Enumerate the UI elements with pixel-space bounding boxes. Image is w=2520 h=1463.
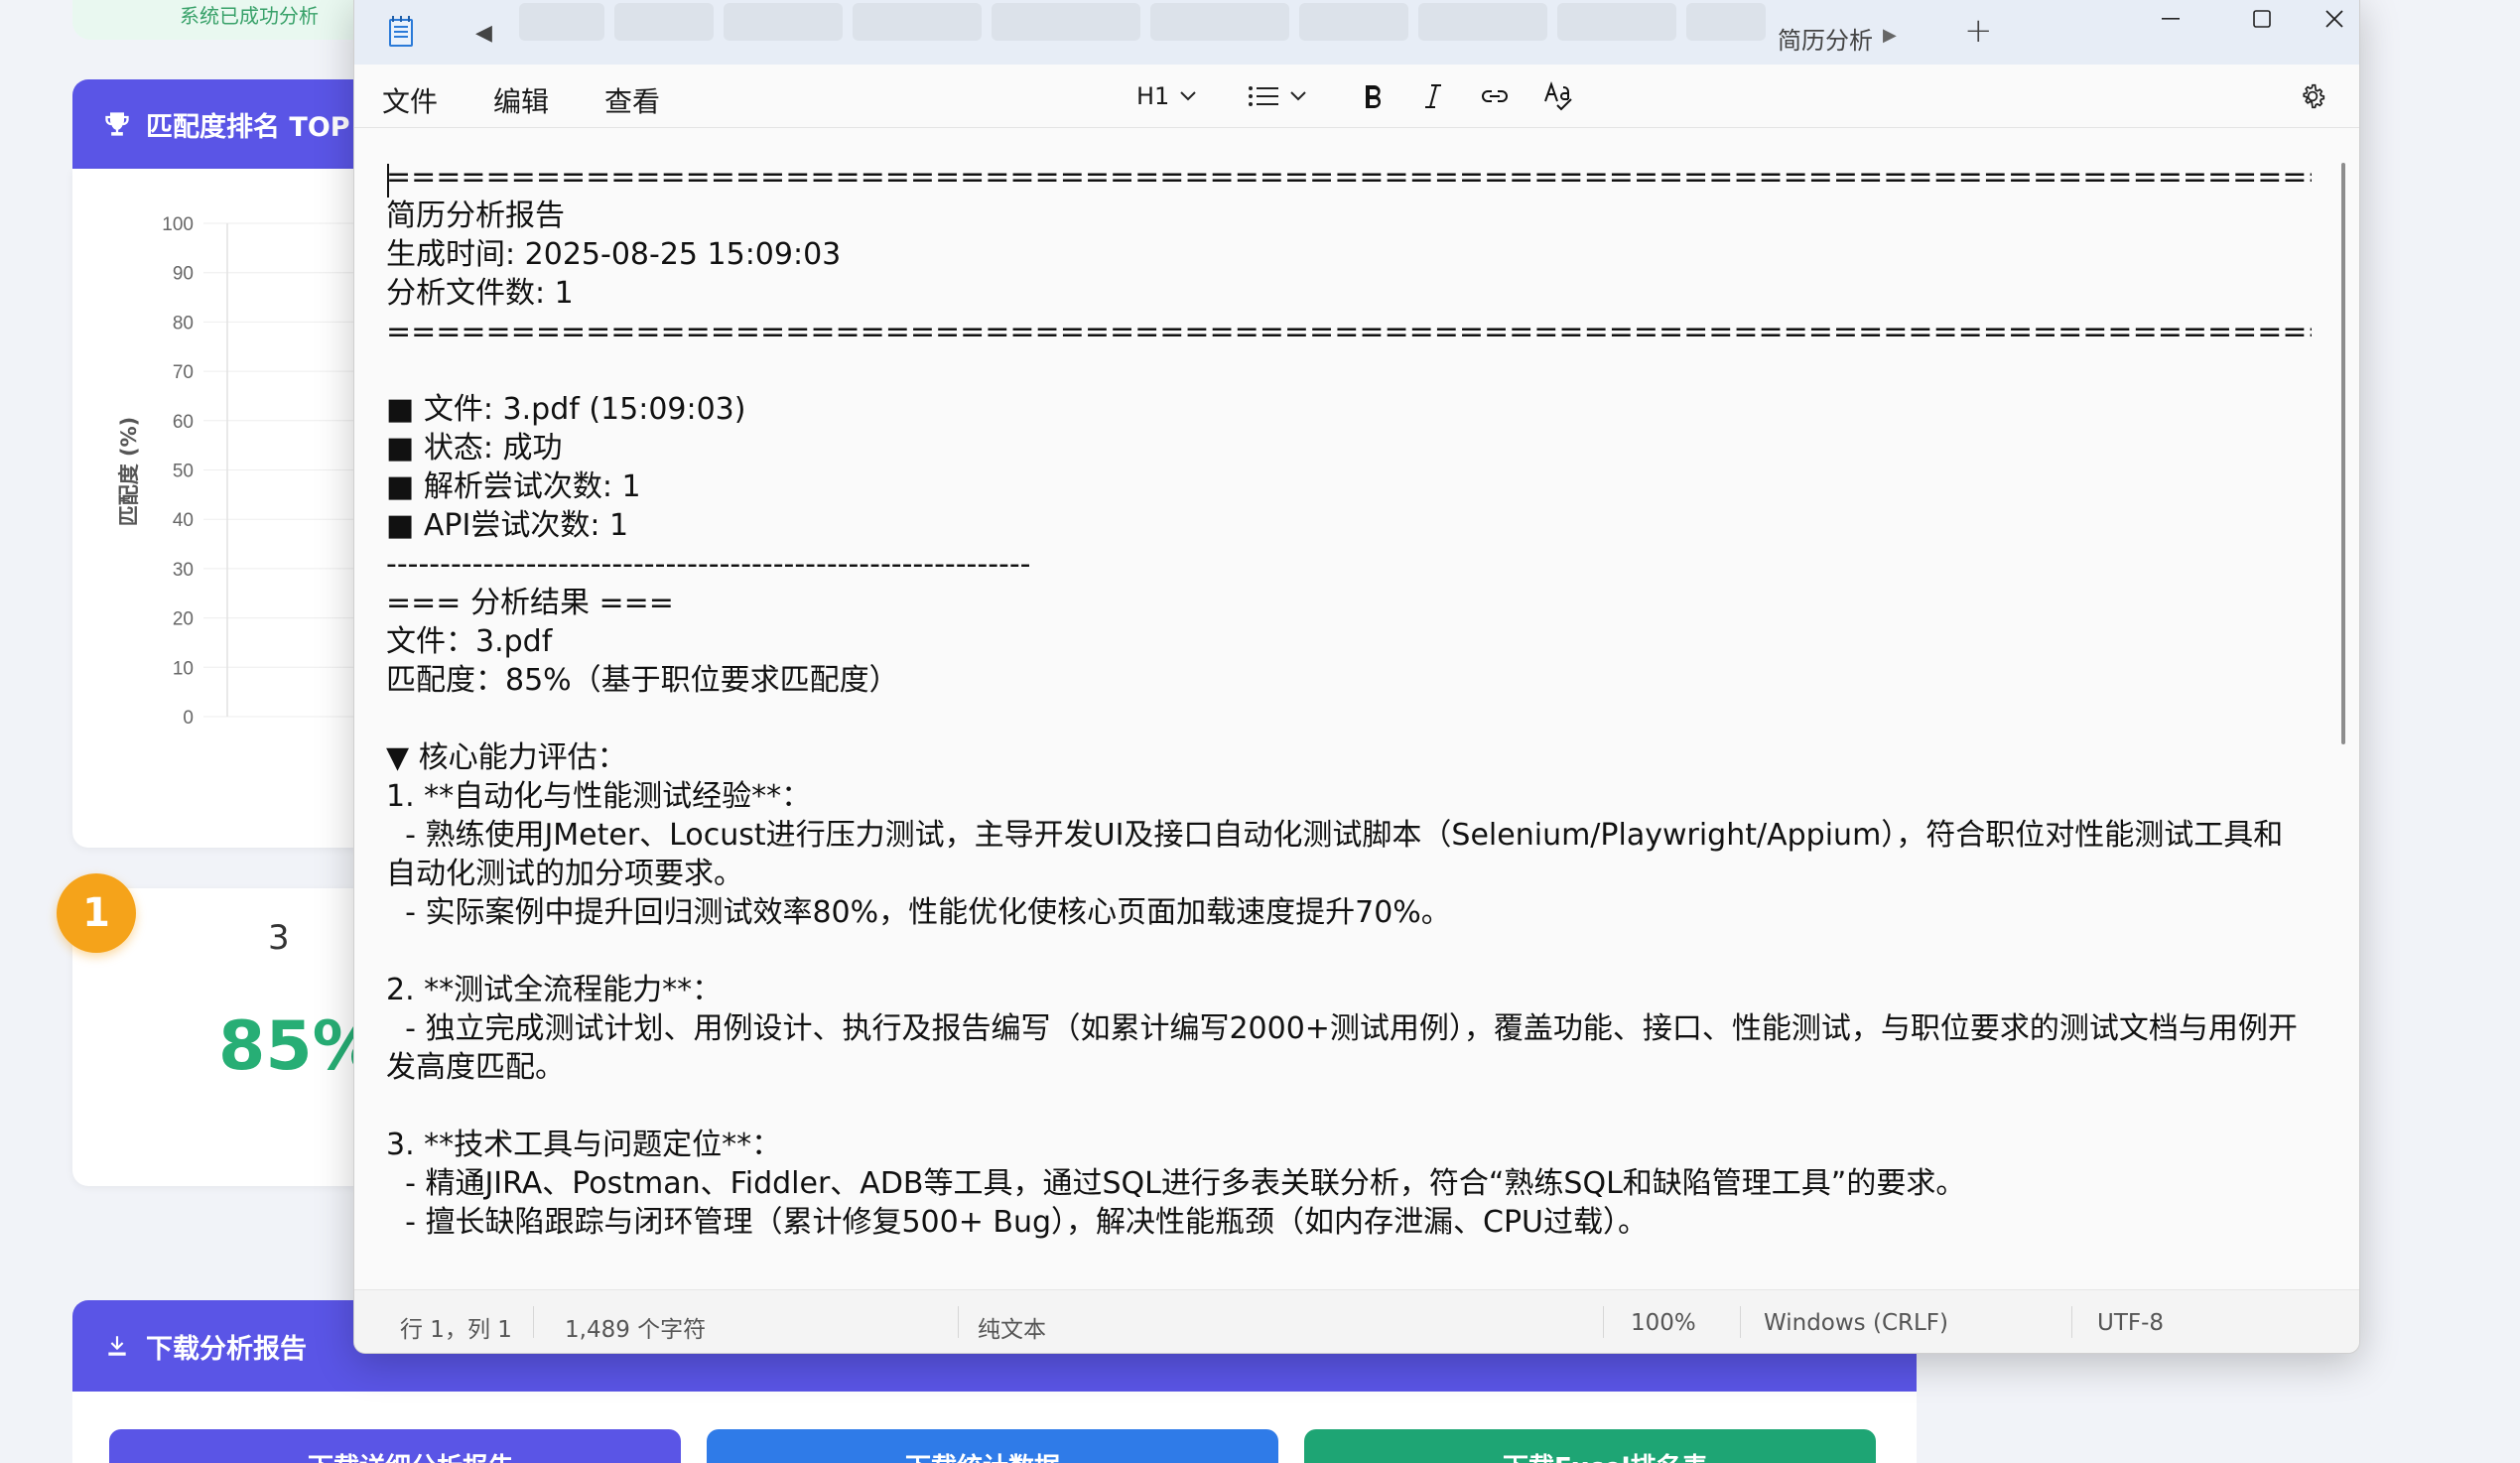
status-divider <box>1740 1306 1741 1338</box>
y-tick-label: 40 <box>173 510 194 531</box>
italic-icon <box>1425 84 1441 108</box>
y-tick-label: 90 <box>173 264 194 285</box>
gear-icon <box>2303 83 2325 109</box>
tab-active[interactable]: 简历分析 <box>1774 3 1952 65</box>
rank-badge: 1 <box>57 873 136 953</box>
link-button[interactable] <box>1480 78 1510 114</box>
tab-blurred[interactable] <box>1299 3 1408 41</box>
notepad-app-icon <box>386 15 416 53</box>
spellcheck-button[interactable] <box>1543 78 1575 114</box>
menu-edit[interactable]: 编辑 <box>493 80 549 120</box>
vertical-scrollbar[interactable] <box>2341 163 2345 744</box>
tab-blurred[interactable] <box>614 3 714 41</box>
heading-label: H1 <box>1136 82 1170 110</box>
y-tick-label: 60 <box>173 412 194 433</box>
status-divider <box>958 1306 959 1338</box>
status-bar: 行 1，列 1 1,489 个字符 纯文本 100% Windows (CRLF… <box>354 1289 2359 1353</box>
y-tick-label: 0 <box>183 708 194 729</box>
download-excel-button[interactable]: 下载Excel排名表 <box>1304 1429 1876 1463</box>
status-divider <box>1603 1306 1604 1338</box>
y-tick-label: 50 <box>173 462 194 482</box>
tab-blurred[interactable] <box>724 3 843 41</box>
tab-blurred[interactable] <box>853 3 982 41</box>
tab-scroll-right-icon[interactable]: ▶ <box>1883 25 1897 46</box>
download-report-button[interactable]: 下载详细分析报告 <box>109 1429 681 1463</box>
menu-bar: 文件 编辑 查看 H1 <box>354 65 2359 128</box>
list-dropdown[interactable] <box>1248 78 1307 114</box>
y-axis-label: 匹配度 (%) <box>117 417 141 527</box>
trophy-icon <box>102 109 132 139</box>
new-tab-icon[interactable]: + <box>1964 11 1993 51</box>
link-icon <box>1482 90 1508 102</box>
tab-scroll-left-icon[interactable]: ◀ <box>475 21 492 46</box>
chevron-down-icon <box>1180 91 1197 101</box>
rank-file-name: 3 <box>268 918 290 958</box>
y-tick-label: 80 <box>173 313 194 333</box>
bulleted-list-icon <box>1249 86 1278 106</box>
y-tick-label: 70 <box>173 362 194 383</box>
status-divider <box>2071 1306 2072 1338</box>
menu-view[interactable]: 查看 <box>604 80 660 120</box>
tab-active-label: 简历分析 <box>1778 27 1873 55</box>
tab-blurred[interactable] <box>1686 3 1766 41</box>
maximize-button[interactable] <box>2216 0 2308 39</box>
italic-button[interactable] <box>1420 78 1446 114</box>
chevron-down-icon <box>1290 91 1306 101</box>
char-count: 1,489 个字符 <box>565 1317 707 1343</box>
download-panel-title: 下载分析报告 <box>146 1333 307 1365</box>
notepad-window: ◀ 简历分析 ▶ + 文件 编辑 查看 H1 =================… <box>353 0 2360 1354</box>
text-format: 纯文本 <box>978 1317 1046 1343</box>
cursor-position: 行 1，列 1 <box>400 1317 512 1343</box>
menu-file[interactable]: 文件 <box>382 80 438 120</box>
text-caret <box>387 164 389 198</box>
encoding[interactable]: UTF-8 <box>2097 1310 2164 1336</box>
bold-icon <box>1366 85 1382 108</box>
tab-blurred[interactable] <box>1557 3 1676 41</box>
y-tick-label: 20 <box>173 609 194 630</box>
ranking-panel-title: 匹配度排名 TOP 1 <box>146 111 378 143</box>
download-icon <box>102 1331 132 1361</box>
y-tick-label: 10 <box>173 658 194 679</box>
tab-blurred[interactable] <box>519 3 604 41</box>
tab-blurred[interactable] <box>1418 3 1547 41</box>
bold-button[interactable] <box>1361 78 1387 114</box>
download-stats-button[interactable]: 下载统计数据 <box>707 1429 1278 1463</box>
minimize-button[interactable] <box>2125 0 2216 39</box>
text-editor[interactable]: ========================================… <box>386 158 2312 1279</box>
tab-blurred[interactable] <box>992 3 1140 41</box>
summary-text: 系统已成功分析 <box>180 4 319 28</box>
tab-blurred[interactable] <box>1150 3 1289 41</box>
y-tick-label: 100 <box>162 214 194 235</box>
line-ending[interactable]: Windows (CRLF) <box>1764 1310 1948 1336</box>
title-bar[interactable]: ◀ 简历分析 ▶ + <box>354 0 2359 65</box>
heading-dropdown[interactable]: H1 <box>1136 78 1197 114</box>
settings-button[interactable] <box>2298 78 2327 114</box>
close-button[interactable] <box>2308 0 2359 39</box>
spellcheck-icon <box>1544 81 1572 111</box>
status-divider <box>533 1306 534 1338</box>
zoom-level[interactable]: 100% <box>1631 1310 1696 1336</box>
y-tick-label: 30 <box>173 560 194 581</box>
